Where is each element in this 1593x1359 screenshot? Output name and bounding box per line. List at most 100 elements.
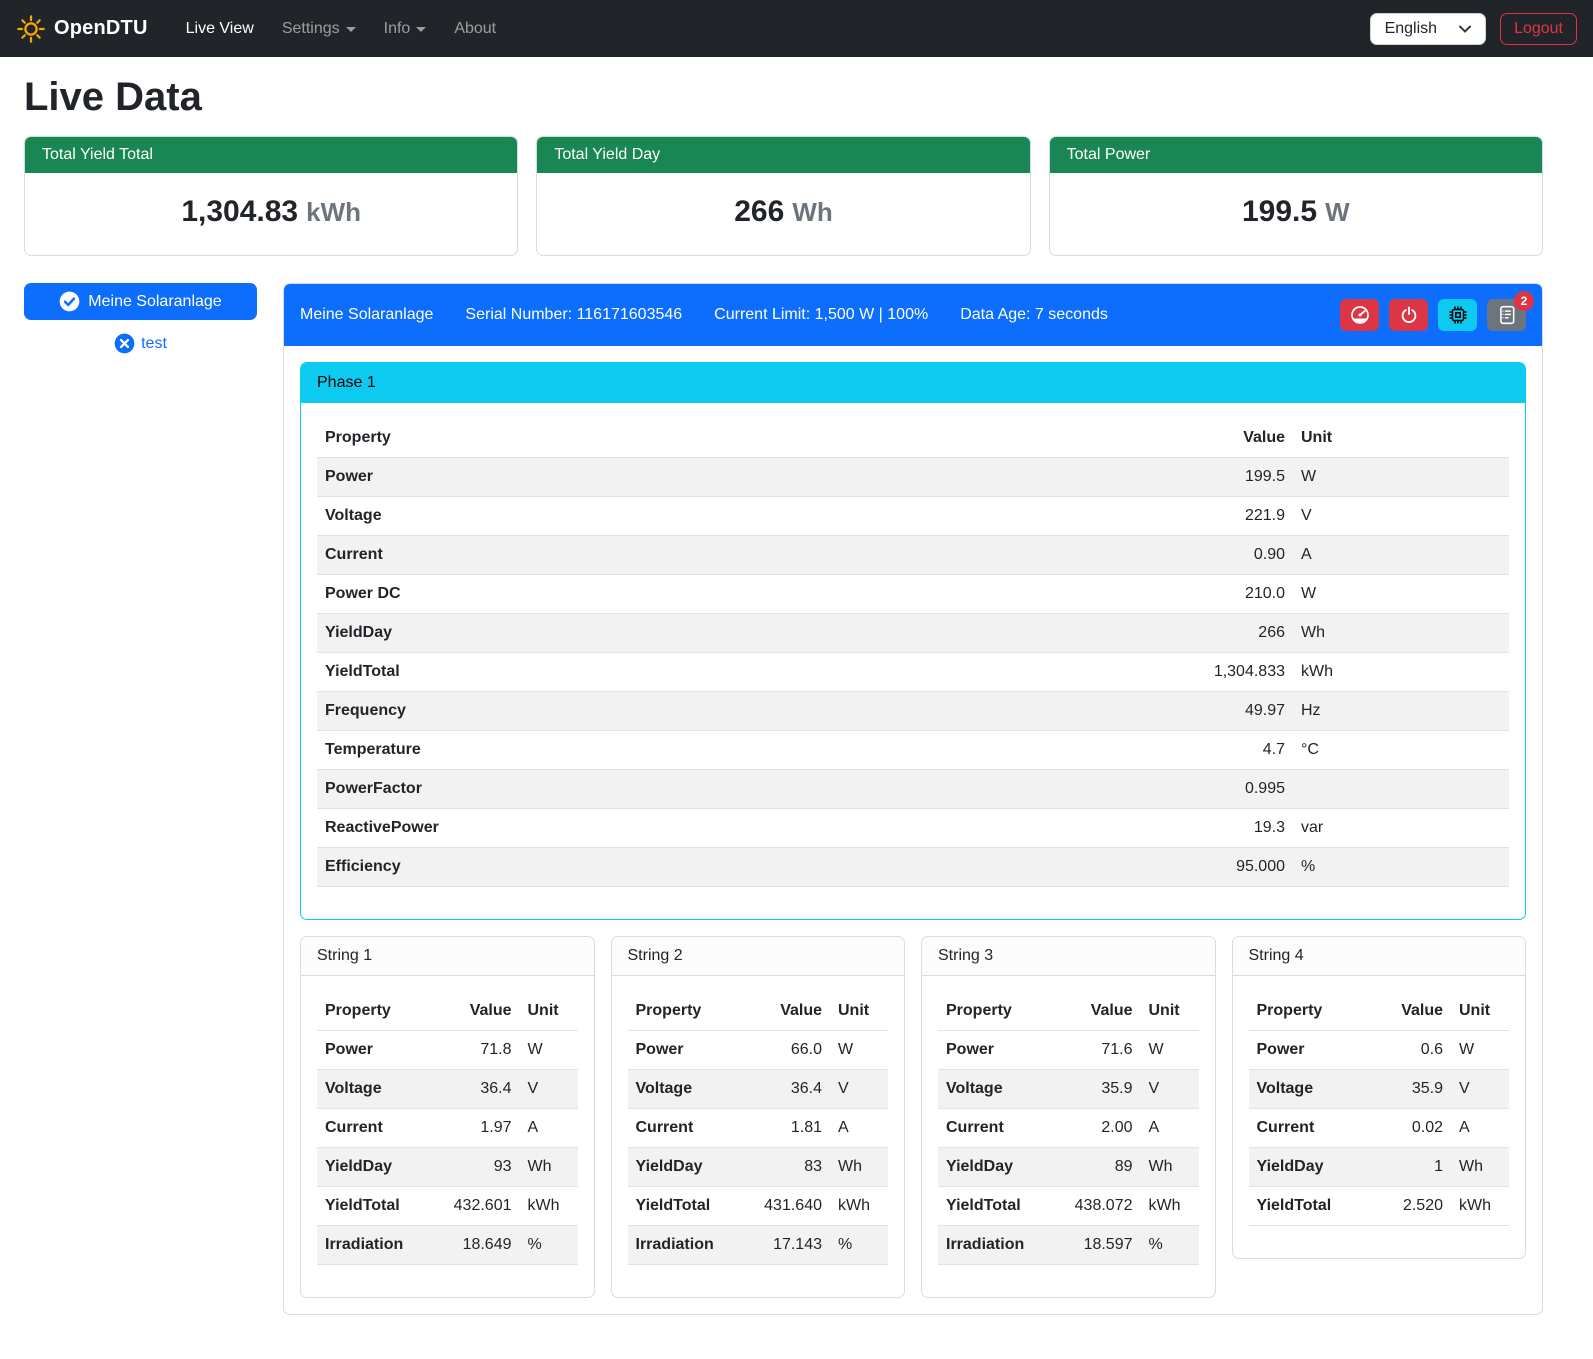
nav-item-about[interactable]: About (440, 12, 510, 46)
unit-cell: kWh (1141, 1187, 1199, 1226)
unit-cell: Wh (520, 1148, 578, 1187)
total-yield-total-value: 1,304.83 (181, 195, 298, 228)
column-header-value: Value (1143, 419, 1293, 458)
unit-cell: V (1293, 497, 1509, 536)
value-cell: 49.97 (1143, 692, 1293, 731)
string-card-header: String 3 (922, 937, 1215, 976)
value-cell: 0.995 (1143, 770, 1293, 809)
summary-cards-row: Total Yield Total 1,304.83kWh Total Yiel… (24, 136, 1543, 256)
unit-cell: Wh (1293, 614, 1509, 653)
value-cell: 1.97 (442, 1109, 520, 1148)
x-circle-icon (114, 333, 135, 354)
value-cell: 89 (1063, 1148, 1141, 1187)
nav-item-live-view[interactable]: Live View (172, 12, 268, 46)
card-header: Total Yield Total (25, 137, 517, 173)
property-cell: Power (317, 1031, 442, 1070)
column-header-unit: Unit (830, 992, 888, 1031)
inverter-item-test[interactable]: test (24, 333, 257, 354)
value-cell: 18.597 (1063, 1226, 1141, 1265)
table-row: Voltage35.9V (938, 1070, 1199, 1109)
inverter-name: Meine Solaranlage (300, 306, 433, 324)
column-header-unit: Unit (1141, 992, 1199, 1031)
value-cell: 71.6 (1063, 1031, 1141, 1070)
nav-item-label: About (454, 20, 496, 38)
value-cell: 36.4 (752, 1070, 830, 1109)
column-header-unit: Unit (520, 992, 578, 1031)
language-selected-value: English (1385, 20, 1437, 38)
unit-cell: A (520, 1109, 578, 1148)
table-row: Frequency49.97Hz (317, 692, 1509, 731)
device-info-button[interactable] (1438, 299, 1477, 331)
event-log-button[interactable]: 2 (1487, 299, 1526, 331)
string-2-card: String 2 Property Value Unit (611, 936, 906, 1298)
column-header-value: Value (1063, 992, 1141, 1031)
table-row: Irradiation17.143% (628, 1226, 889, 1265)
inverter-card: Meine Solaranlage Serial Number: 1161716… (283, 283, 1543, 1315)
column-header-property: Property (938, 992, 1063, 1031)
table-row: Current0.02A (1249, 1109, 1510, 1148)
total-power-value: 199.5 (1242, 195, 1317, 228)
unit-cell: var (1293, 809, 1509, 848)
inverter-selected-button[interactable]: Meine Solaranlage (24, 283, 257, 320)
table-row: YieldTotal431.640kWh (628, 1187, 889, 1226)
unit-cell: W (830, 1031, 888, 1070)
cpu-icon (1448, 305, 1468, 325)
inverter-limit: Current Limit: 1,500 W | 100% (714, 306, 928, 324)
property-cell: Irradiation (628, 1226, 753, 1265)
column-header-value: Value (752, 992, 830, 1031)
unit-cell: V (1451, 1070, 1509, 1109)
table-row: Current2.00A (938, 1109, 1199, 1148)
table-row: Current1.81A (628, 1109, 889, 1148)
limit-settings-button[interactable] (1340, 299, 1379, 331)
table-row: Voltage35.9V (1249, 1070, 1510, 1109)
value-cell: 83 (752, 1148, 830, 1187)
unit-cell: % (1141, 1226, 1199, 1265)
property-cell: Voltage (938, 1070, 1063, 1109)
string-1-card: String 1 Property Value Unit (300, 936, 595, 1298)
language-select[interactable]: English (1370, 13, 1486, 45)
total-power-unit: W (1325, 197, 1350, 227)
property-cell: Power (628, 1031, 753, 1070)
power-button[interactable] (1389, 299, 1428, 331)
nav-item-settings[interactable]: Settings (268, 12, 370, 46)
value-cell: 221.9 (1143, 497, 1293, 536)
property-cell: YieldDay (628, 1148, 753, 1187)
page-title: Live Data (24, 75, 1543, 120)
top-navbar: OpenDTU Live View Settings Info About En… (0, 0, 1593, 57)
value-cell: 266 (1143, 614, 1293, 653)
value-cell: 36.4 (442, 1070, 520, 1109)
unit-cell: Wh (1451, 1148, 1509, 1187)
string-2-table: Property Value Unit Power66.0WVoltage36.… (628, 992, 889, 1265)
unit-cell: V (1141, 1070, 1199, 1109)
nav-item-label: Settings (282, 20, 340, 38)
nav-item-info[interactable]: Info (370, 12, 441, 46)
property-cell: YieldTotal (628, 1187, 753, 1226)
value-cell: 0.90 (1143, 536, 1293, 575)
string-3-table: Property Value Unit Power71.6WVoltage35.… (938, 992, 1199, 1265)
property-cell: PowerFactor (317, 770, 1143, 809)
logout-button[interactable]: Logout (1500, 13, 1577, 45)
property-cell: Voltage (628, 1070, 753, 1109)
value-cell: 1 (1373, 1148, 1451, 1187)
table-row: PowerFactor0.995 (317, 770, 1509, 809)
table-row: ReactivePower19.3var (317, 809, 1509, 848)
unit-cell: V (830, 1070, 888, 1109)
value-cell: 1.81 (752, 1109, 830, 1148)
table-row: YieldDay1Wh (1249, 1148, 1510, 1187)
table-header-row: Property Value Unit (317, 992, 578, 1031)
column-header-unit: Unit (1451, 992, 1509, 1031)
string-card-header: String 1 (301, 937, 594, 976)
inverter-sidebar: Meine Solaranlage test (24, 283, 257, 354)
inverter-data-age: Data Age: 7 seconds (960, 306, 1108, 324)
card-body: 266Wh (537, 173, 1029, 255)
string-3-card: String 3 Property Value Unit (921, 936, 1216, 1298)
value-cell: 35.9 (1063, 1070, 1141, 1109)
property-cell: YieldDay (317, 1148, 442, 1187)
table-header-row: Property Value Unit (628, 992, 889, 1031)
table-row: Voltage36.4V (317, 1070, 578, 1109)
brand[interactable]: OpenDTU (16, 14, 148, 44)
property-cell: Power (317, 458, 1143, 497)
string-4-table: Property Value Unit Power0.6WVoltage35.9… (1249, 992, 1510, 1226)
value-cell: 210.0 (1143, 575, 1293, 614)
property-cell: Voltage (317, 497, 1143, 536)
